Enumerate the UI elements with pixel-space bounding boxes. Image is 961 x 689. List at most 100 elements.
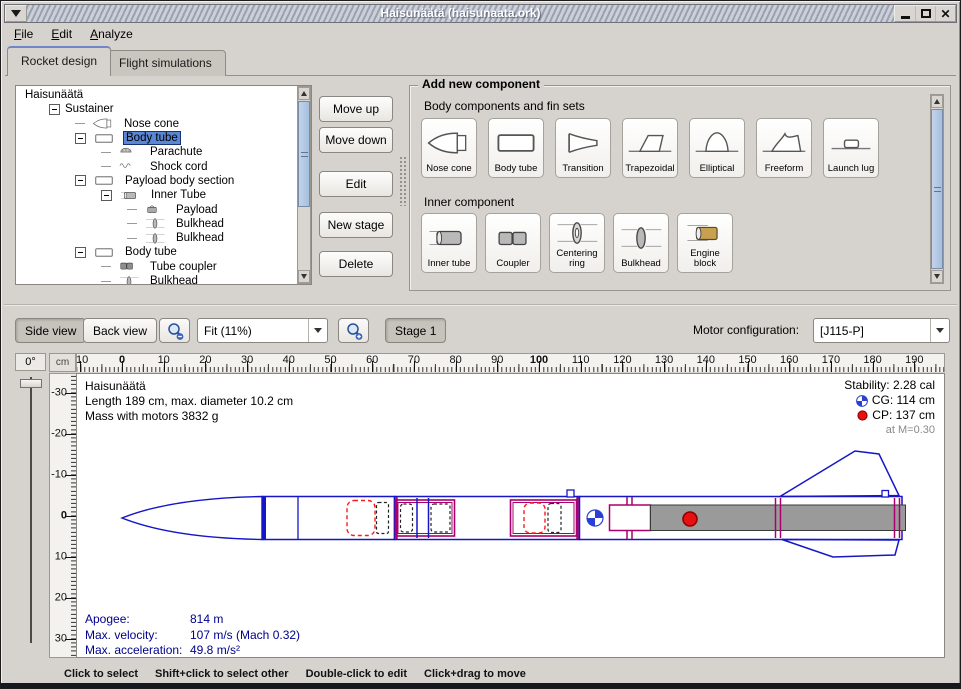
scroll-up-button[interactable] — [298, 87, 310, 100]
tree-item-sustainer[interactable]: Sustainer — [17, 102, 296, 116]
add-inner-tube-button[interactable]: Inner tube — [421, 213, 477, 273]
bulkhead-icon — [140, 217, 170, 230]
zoom-out-button[interactable] — [159, 318, 190, 343]
fin-shape[interactable] — [780, 451, 899, 497]
launch-lug-shape[interactable] — [567, 490, 574, 497]
ruler-label: 190 — [905, 354, 923, 366]
tab-flight-simulations[interactable]: Flight simulations — [105, 50, 226, 76]
add-freeform-button[interactable]: Freeform — [756, 118, 812, 178]
add-centering-ring-button[interactable]: Centering ring — [549, 213, 605, 273]
tree-scrollbar[interactable] — [297, 86, 311, 284]
tree-item-shock-cord[interactable]: Shock cord — [17, 159, 296, 173]
title-bar[interactable]: Haisunäätä (haisunaata.ork) ✕ — [4, 4, 957, 23]
close-button[interactable]: ✕ — [935, 6, 955, 21]
maximize-button[interactable] — [915, 6, 935, 21]
bulkhead-icon — [114, 275, 144, 286]
add-elliptical-button[interactable]: Elliptical — [689, 118, 745, 178]
tree-item-bulkhead[interactable]: Bulkhead — [17, 217, 296, 231]
chevron-down-icon — [308, 319, 327, 342]
component-tree[interactable]: HaisunäätäSustainerNose coneBody tubePar… — [15, 85, 312, 285]
ruler-label: 110 — [572, 354, 590, 366]
inner-tube-icon — [424, 223, 474, 253]
new-stage-button[interactable]: New stage — [319, 212, 393, 238]
hint-click-select: Click to select — [64, 668, 138, 680]
tree-collapse-toggle[interactable] — [75, 175, 86, 186]
launch-lug-shape[interactable] — [882, 491, 889, 498]
tree-item-payload[interactable]: Payload — [17, 202, 296, 216]
panel-scrollbar[interactable] — [930, 94, 944, 284]
tree-item-parachute[interactable]: Parachute — [17, 145, 296, 159]
minimize-button[interactable] — [895, 6, 915, 21]
body-tube-icon — [89, 132, 119, 145]
ruler-label: 0 — [61, 509, 67, 521]
rotation-slider-handle[interactable] — [20, 379, 42, 388]
edit-button[interactable]: Edit — [319, 171, 393, 197]
tree-item-bulkhead[interactable]: Bulkhead — [17, 231, 296, 245]
window-menu-button[interactable] — [5, 5, 27, 22]
add-transition-button[interactable]: Transition — [555, 118, 611, 178]
scrollbar-thumb[interactable] — [298, 101, 310, 207]
add-coupler-button[interactable]: Coupler — [485, 213, 541, 273]
tree-connector — [101, 152, 111, 153]
component-button-label: Launch lug — [828, 164, 874, 175]
delete-button[interactable]: Delete — [319, 251, 393, 277]
tree-item-inner-tube[interactable]: Inner Tube — [17, 188, 296, 202]
panel-divider[interactable] — [4, 304, 957, 306]
motor-mount-shape[interactable] — [610, 505, 651, 531]
nose-cone-shape[interactable] — [122, 497, 262, 540]
component-button-label: Nose cone — [426, 164, 471, 175]
tree-item-body-tube[interactable]: Body tube — [17, 245, 296, 259]
fin-shape[interactable] — [782, 540, 899, 558]
add-trapezoidal-button[interactable]: Trapezoidal — [622, 118, 678, 178]
menu-analyze[interactable]: Analyze — [81, 25, 142, 43]
tree-collapse-toggle[interactable] — [101, 190, 112, 201]
tree-item-body-tube[interactable]: Body tube — [17, 131, 296, 145]
add-launch-lug-button[interactable]: Launch lug — [823, 118, 879, 178]
scroll-down-button[interactable] — [931, 270, 943, 283]
menu-file[interactable]: File — [5, 25, 42, 43]
tree-item-haisun-t-[interactable]: Haisunäätä — [17, 88, 296, 102]
side-view-button[interactable]: Side view — [15, 318, 86, 343]
ruler-label: 120 — [613, 354, 631, 366]
tree-item-tube-coupler[interactable]: Tube coupler — [17, 260, 296, 274]
move-down-button[interactable]: Move down — [319, 127, 393, 153]
add-bulkhead-button[interactable]: Bulkhead — [613, 213, 669, 273]
tree-collapse-toggle[interactable] — [75, 247, 86, 258]
tree-item-label: Shock cord — [148, 161, 210, 173]
bulkhead-icon — [616, 223, 666, 253]
zoom-select[interactable]: Fit (11%) — [197, 318, 328, 343]
rocket-name: Haisunäätä — [85, 379, 293, 394]
zoom-in-button[interactable] — [338, 318, 369, 343]
tree-item-bulkhead[interactable]: Bulkhead — [17, 274, 296, 285]
stage-1-toggle[interactable]: Stage 1 — [385, 318, 446, 343]
scroll-down-button[interactable] — [298, 270, 310, 283]
tree-item-payload-body-section[interactable]: Payload body section — [17, 174, 296, 188]
splitter-handle[interactable] — [399, 156, 407, 206]
tab-rocket-design[interactable]: Rocket design — [7, 46, 111, 76]
tree-collapse-toggle[interactable] — [49, 104, 60, 115]
status-bar: Click to select Shift+click to select ot… — [1, 665, 960, 683]
tree-item-nose-cone[interactable]: Nose cone — [17, 117, 296, 131]
max-acceleration-label: Max. acceleration: — [85, 643, 190, 658]
component-button-label: Inner tube — [428, 259, 471, 270]
ruler-unit-label: cm — [49, 353, 76, 372]
window-menu-icon — [11, 10, 21, 17]
window-controls: ✕ — [894, 5, 956, 22]
tree-item-label: Nose cone — [122, 118, 181, 130]
scrollbar-thumb[interactable] — [931, 109, 943, 269]
ruler-label: 160 — [780, 354, 798, 366]
back-view-button[interactable]: Back view — [83, 318, 157, 343]
menu-edit[interactable]: Edit — [42, 25, 81, 43]
tree-item-label: Bulkhead — [174, 218, 226, 230]
motor-configuration-select[interactable]: [J115-P] — [813, 318, 950, 343]
rocket-canvas[interactable]: Haisunäätä Length 189 cm, max. diameter … — [76, 373, 945, 658]
add-body-tube-button[interactable]: Body tube — [488, 118, 544, 178]
move-up-button[interactable]: Move up — [319, 96, 393, 122]
add-engine-block-button[interactable]: Engine block — [677, 213, 733, 273]
add-nose-cone-button[interactable]: Nose cone — [421, 118, 477, 178]
ruler-label: 60 — [366, 354, 378, 366]
flight-info: Apogee:814 m Max. velocity:107 m/s (Mach… — [85, 612, 300, 658]
scroll-up-button[interactable] — [931, 95, 943, 108]
tree-collapse-toggle[interactable] — [75, 133, 86, 144]
component-button-label: Body tube — [495, 164, 538, 175]
